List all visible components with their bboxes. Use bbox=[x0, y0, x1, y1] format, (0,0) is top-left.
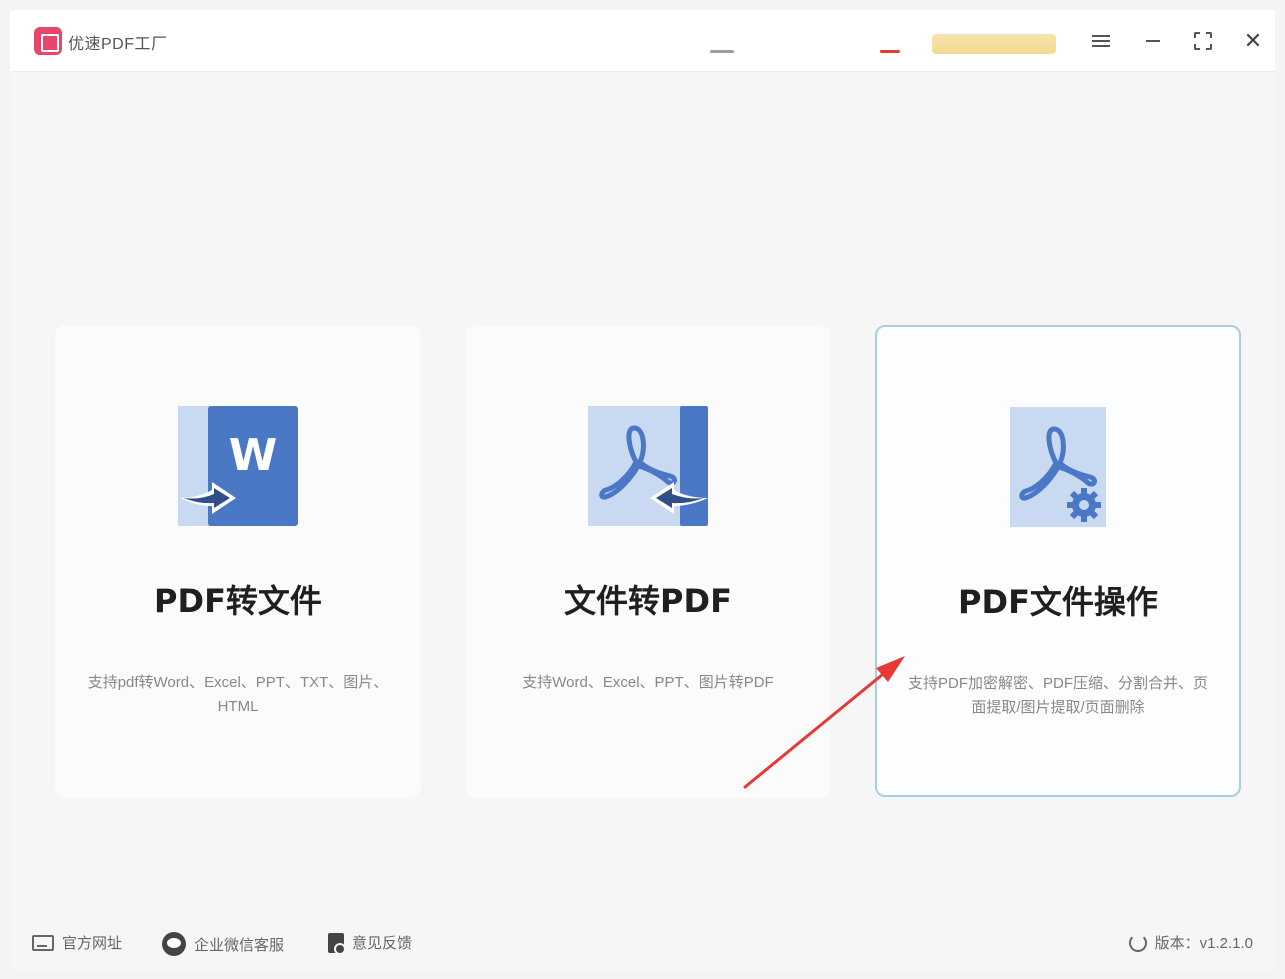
card-pdf-operations[interactable]: PDF文件操作 支持PDF加密解密、PDF压缩、分割合并、页面提取/图片提取/页… bbox=[875, 325, 1241, 797]
titlebar-decoration bbox=[710, 50, 734, 53]
card-description: 支持Word、Excel、PPT、图片转PDF bbox=[522, 674, 774, 691]
maximize-icon bbox=[1194, 32, 1212, 50]
pdf-to-word-icon: W bbox=[178, 406, 298, 526]
app-title: 优速PDF工厂 bbox=[68, 36, 168, 53]
feedback-label: 意见反馈 bbox=[352, 935, 413, 952]
card-description: 支持pdf转Word、Excel、PPT、TXT、图片、HTML bbox=[87, 674, 389, 715]
menu-button[interactable] bbox=[1086, 26, 1116, 56]
file-to-pdf-icon bbox=[588, 406, 708, 526]
hamburger-menu-icon bbox=[1092, 32, 1110, 50]
version-check[interactable]: 版本：v1.2.1.0 bbox=[1128, 932, 1253, 953]
feedback-link[interactable]: 意见反馈 bbox=[328, 932, 413, 955]
website-link[interactable]: 官方网址 bbox=[32, 932, 122, 953]
minimize-button[interactable] bbox=[1138, 26, 1168, 56]
titlebar-banner[interactable] bbox=[932, 34, 1056, 54]
card-file-to-pdf[interactable]: 文件转PDF 支持Word、Excel、PPT、图片转PDF bbox=[465, 325, 831, 797]
card-pdf-to-file[interactable]: W PDF转文件 支持pdf转Word、Excel、PPT、TXT、图片、HTM… bbox=[55, 325, 421, 797]
footer-bar: 官方网址 企业微信客服 意见反馈 版本：v1.2.1.0 bbox=[10, 922, 1275, 972]
refresh-icon bbox=[1128, 933, 1147, 952]
monitor-icon bbox=[32, 934, 54, 951]
app-logo-icon bbox=[34, 27, 62, 55]
wechat-icon bbox=[162, 932, 186, 956]
card-description: 支持PDF加密解密、PDF压缩、分割合并、页面提取/图片提取/页面删除 bbox=[907, 675, 1208, 716]
wechat-support-link[interactable]: 企业微信客服 bbox=[162, 932, 284, 956]
version-label: 版本：v1.2.1.0 bbox=[1154, 935, 1253, 952]
wechat-label: 企业微信客服 bbox=[194, 936, 285, 954]
minimize-icon bbox=[1146, 40, 1160, 42]
feedback-icon bbox=[328, 932, 346, 955]
card-title: 文件转PDF bbox=[564, 582, 732, 620]
close-icon: ✕ bbox=[1243, 28, 1263, 54]
maximize-button[interactable] bbox=[1188, 26, 1218, 56]
svg-text:W: W bbox=[229, 430, 278, 481]
titlebar-decoration bbox=[880, 50, 900, 53]
card-title: PDF文件操作 bbox=[958, 583, 1158, 621]
website-label: 官方网址 bbox=[62, 935, 123, 952]
title-bar: 优速PDF工厂 ✕ bbox=[10, 10, 1275, 72]
close-button[interactable]: ✕ bbox=[1238, 26, 1268, 56]
app-window: 优速PDF工厂 ✕ W PDF转文件 支持pdf转Word、Excel、PPT、… bbox=[10, 10, 1275, 972]
pdf-settings-icon bbox=[1010, 407, 1106, 527]
card-title: PDF转文件 bbox=[154, 582, 322, 620]
